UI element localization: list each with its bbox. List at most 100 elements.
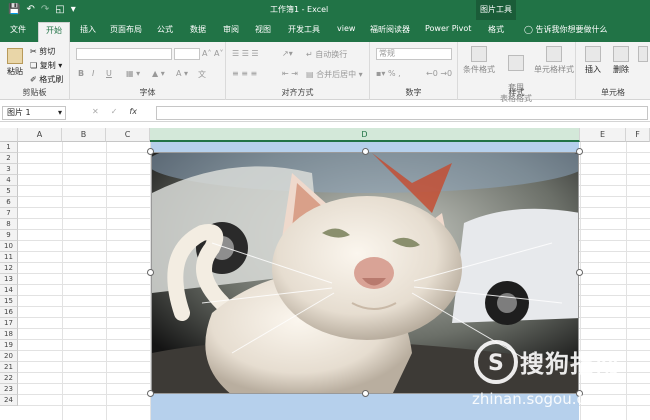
cut-button[interactable]: ✂ 剪切	[30, 46, 55, 57]
wrap-text-button[interactable]: ↵ 自动换行	[306, 49, 347, 60]
row-header[interactable]: 12	[0, 263, 18, 274]
row-header[interactable]: 11	[0, 252, 18, 263]
row-header[interactable]: 3	[0, 164, 18, 175]
group-cells: 插入 删除 单元格	[576, 42, 650, 100]
merge-center-button[interactable]: ▤ 合并后居中 ▾	[306, 69, 363, 80]
resize-handle-ne[interactable]	[576, 148, 583, 155]
resize-handle-n[interactable]	[362, 148, 369, 155]
resize-handle-sw[interactable]	[147, 390, 154, 397]
resize-handle-nw[interactable]	[147, 148, 154, 155]
phonetic-icon[interactable]: 文	[198, 69, 206, 80]
row-header[interactable]: 17	[0, 318, 18, 329]
column-header-c[interactable]: C	[106, 128, 150, 142]
decimal-icons[interactable]: ←0 →0	[426, 69, 452, 78]
tab-developer[interactable]: 开发工具	[288, 24, 320, 35]
insert-function-icon[interactable]: fx	[129, 107, 137, 116]
column-header-d[interactable]: D	[150, 128, 580, 142]
print-preview-icon[interactable]: ◱	[55, 3, 64, 17]
chevron-down-icon: ▾	[57, 108, 62, 117]
font-name-dropdown[interactable]	[76, 48, 172, 60]
bold-button[interactable]: B	[78, 69, 84, 78]
orientation-icon[interactable]: ↗▾	[282, 49, 293, 58]
row-header[interactable]: 8	[0, 219, 18, 230]
copy-button[interactable]: ❏ 复制 ▾	[30, 60, 62, 71]
indent-icons[interactable]: ⇤ ⇥	[282, 69, 298, 78]
conditional-format-button[interactable]: 条件格式	[462, 46, 496, 75]
resize-handle-s[interactable]	[362, 390, 369, 397]
font-color-button[interactable]: A ▾	[176, 69, 188, 78]
row-header[interactable]: 20	[0, 351, 18, 362]
row-header[interactable]: 4	[0, 175, 18, 186]
tab-power-pivot[interactable]: Power Pivot	[425, 24, 471, 33]
row-header[interactable]: 7	[0, 208, 18, 219]
format-cells-button[interactable]	[636, 46, 650, 64]
tab-home[interactable]: 开始	[38, 22, 70, 42]
resize-handle-w[interactable]	[147, 269, 154, 276]
underline-button[interactable]: U	[106, 69, 112, 78]
row-header[interactable]: 10	[0, 241, 18, 252]
svg-text:S: S	[488, 351, 504, 376]
tell-me-search[interactable]: ◯ 告诉我你想要做什么	[524, 24, 608, 35]
tab-formulas[interactable]: 公式	[157, 24, 173, 35]
select-all-corner[interactable]	[0, 128, 18, 142]
redo-icon[interactable]: ↷	[41, 3, 49, 17]
tab-file[interactable]: 文件	[10, 24, 26, 35]
row-header[interactable]: 2	[0, 153, 18, 164]
tab-data[interactable]: 数据	[190, 24, 206, 35]
enter-icon[interactable]: ✓	[111, 107, 118, 116]
title-bar: 💾 ↶ ↷ ◱ ▾ 工作簿1 - Excel 图片工具	[0, 0, 650, 20]
font-size-dropdown[interactable]	[174, 48, 200, 60]
tab-review[interactable]: 审阅	[223, 24, 239, 35]
formula-input[interactable]	[156, 106, 648, 120]
row-header[interactable]: 24	[0, 395, 18, 406]
row-header[interactable]: 13	[0, 274, 18, 285]
cell-styles-button[interactable]: 单元格样式	[534, 46, 574, 75]
row-header[interactable]: 6	[0, 197, 18, 208]
column-header-a[interactable]: A	[18, 128, 62, 142]
align-left-icons[interactable]: ≡ ≡ ≡	[232, 69, 257, 78]
tab-page-layout[interactable]: 页面布局	[110, 24, 142, 35]
row-header[interactable]: 19	[0, 340, 18, 351]
tab-view[interactable]: 视图	[255, 24, 271, 35]
row-header[interactable]: 23	[0, 384, 18, 395]
paste-button[interactable]: 粘贴	[4, 48, 26, 77]
copy-icon: ❏	[30, 61, 38, 70]
row-header[interactable]: 21	[0, 362, 18, 373]
font-grow-icon[interactable]: A˄ A˅	[202, 49, 224, 58]
tab-foxit[interactable]: 福昕阅读器	[370, 24, 410, 35]
undo-icon[interactable]: ↶	[26, 3, 34, 17]
conditional-format-icon	[471, 46, 487, 62]
resize-handle-e[interactable]	[576, 269, 583, 276]
fill-color-icon[interactable]: ▲ ▾	[152, 69, 165, 78]
format-painter-button[interactable]: ✐ 格式刷	[30, 74, 63, 85]
number-format-dropdown[interactable]: 常规	[376, 48, 452, 60]
align-top-icons[interactable]: ☰ ☰ ☰	[232, 49, 259, 58]
column-header-f[interactable]: F	[626, 128, 650, 142]
delete-cells-icon	[613, 46, 629, 62]
group-label-clipboard: 剪贴板	[22, 88, 47, 97]
accounting-icon[interactable]: ▪▾ % ,	[376, 69, 401, 78]
cancel-icon[interactable]: ✕	[92, 107, 99, 116]
row-header[interactable]: 18	[0, 329, 18, 340]
tab-insert[interactable]: 插入	[80, 24, 96, 35]
row-header[interactable]: 15	[0, 296, 18, 307]
save-icon[interactable]: 💾	[8, 3, 20, 17]
name-box[interactable]: 图片 1 ▾	[2, 106, 66, 120]
delete-cells-button[interactable]: 删除	[608, 46, 634, 75]
italic-button[interactable]: I	[92, 69, 94, 78]
tab-format[interactable]: 格式	[488, 24, 504, 35]
row-header[interactable]: 9	[0, 230, 18, 241]
insert-cells-button[interactable]: 插入	[580, 46, 606, 75]
column-line	[62, 142, 63, 420]
row-header[interactable]: 5	[0, 186, 18, 197]
row-header[interactable]: 22	[0, 373, 18, 384]
column-header-e[interactable]: E	[580, 128, 626, 142]
group-label-number: 数字	[405, 88, 422, 97]
row-header[interactable]: 16	[0, 307, 18, 318]
row-header[interactable]: 14	[0, 285, 18, 296]
customize-qat-icon[interactable]: ▾	[71, 3, 76, 17]
tab-view-en[interactable]: view	[337, 24, 355, 33]
row-header[interactable]: 1	[0, 142, 18, 153]
column-header-b[interactable]: B	[62, 128, 106, 142]
border-icon[interactable]: ▦ ▾	[126, 69, 140, 78]
